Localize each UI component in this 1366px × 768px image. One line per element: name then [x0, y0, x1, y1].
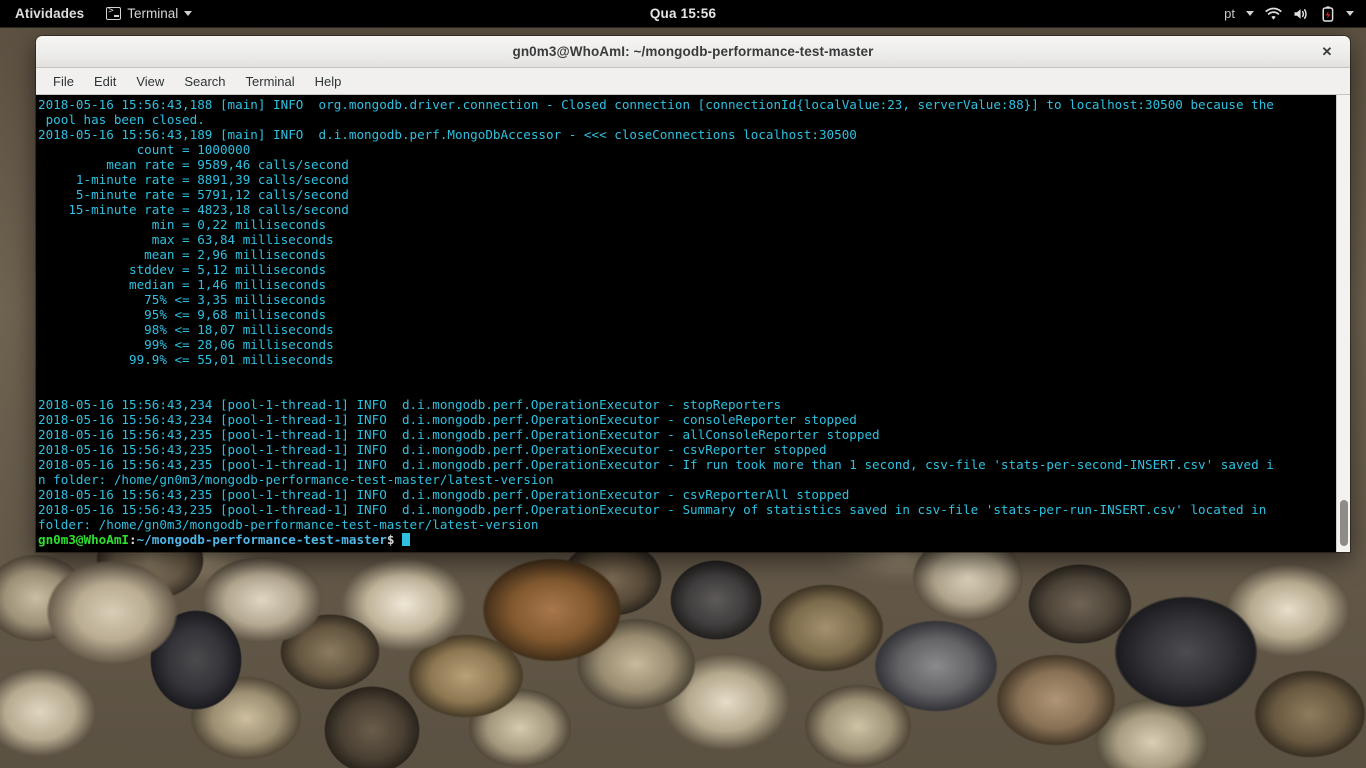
wifi-icon [1265, 7, 1282, 21]
terminal-line: 2018-05-16 15:56:43,235 [pool-1-thread-1… [38, 427, 880, 442]
terminal-cursor [401, 533, 410, 546]
terminal-line: mean = 2,96 milliseconds [38, 247, 327, 262]
shell-prompt-line[interactable]: gn0m3@WhoAmI:~/mongodb-performance-test-… [38, 532, 1336, 547]
clock-label[interactable]: Qua 15:56 [650, 6, 716, 21]
menu-help[interactable]: Help [306, 71, 351, 92]
window-title: gn0m3@WhoAmI: ~/mongodb-performance-test… [512, 44, 874, 59]
app-menu-terminal[interactable]: Terminal [102, 4, 196, 23]
terminal-line: 99.9% <= 55,01 milliseconds [38, 352, 334, 367]
app-menu-label: Terminal [127, 6, 179, 21]
menu-search[interactable]: Search [175, 71, 234, 92]
menu-bar: File Edit View Search Terminal Help [36, 68, 1350, 95]
terminal-line: 75% <= 3,35 milliseconds [38, 292, 327, 307]
terminal-line: pool has been closed. [38, 112, 205, 127]
terminal-screen[interactable]: 2018-05-16 15:56:43,188 [main] INFO org.… [36, 95, 1336, 552]
terminal-line: count = 1000000 [38, 142, 251, 157]
activities-button[interactable]: Atividades [11, 4, 88, 23]
terminal-line: median = 1,46 milliseconds [38, 277, 327, 292]
close-icon[interactable]: ✕ [1316, 41, 1338, 63]
terminal-line: folder: /home/gn0m3/mongodb-performance-… [38, 517, 539, 532]
menu-terminal[interactable]: Terminal [237, 71, 304, 92]
terminal-line: 95% <= 9,68 milliseconds [38, 307, 327, 322]
gnome-top-bar: Atividades Terminal Qua 15:56 pt [0, 0, 1366, 27]
battery-charging-icon [1321, 5, 1335, 22]
prompt-user-host: gn0m3@WhoAmI [38, 532, 129, 547]
keyboard-layout-label[interactable]: pt [1224, 6, 1235, 21]
chevron-down-icon [184, 11, 193, 16]
terminal-line: 2018-05-16 15:56:43,234 [pool-1-thread-1… [38, 397, 782, 412]
terminal-icon [106, 5, 122, 20]
terminal-line: 2018-05-16 15:56:43,234 [pool-1-thread-1… [38, 412, 857, 427]
terminal-line: stddev = 5,12 milliseconds [38, 262, 327, 277]
terminal-window: gn0m3@WhoAmI: ~/mongodb-performance-test… [36, 36, 1350, 552]
keyboard-chevron-down-icon [1246, 11, 1254, 16]
terminal-line: 2018-05-16 15:56:43,188 [main] INFO org.… [38, 97, 1274, 112]
prompt-symbol: $ [386, 532, 402, 547]
terminal-line: 99% <= 28,06 milliseconds [38, 337, 334, 352]
terminal-line: max = 63,84 milliseconds [38, 232, 334, 247]
terminal-line: 2018-05-16 15:56:43,235 [pool-1-thread-1… [38, 457, 1274, 472]
system-status-area[interactable]: pt [1224, 5, 1366, 22]
terminal-line: 15-minute rate = 4823,18 calls/second [38, 202, 349, 217]
terminal-line: min = 0,22 milliseconds [38, 217, 327, 232]
clock: Qua 15:56 [0, 6, 1366, 21]
terminal-line: 2018-05-16 15:56:43,235 [pool-1-thread-1… [38, 442, 827, 457]
terminal-scrollbar[interactable] [1336, 95, 1350, 552]
menu-file[interactable]: File [44, 71, 83, 92]
terminal-line: 2018-05-16 15:56:43,235 [pool-1-thread-1… [38, 502, 1267, 517]
terminal-line: mean rate = 9589,46 calls/second [38, 157, 349, 172]
prompt-path: ~/mongodb-performance-test-master [136, 532, 387, 547]
window-titlebar[interactable]: gn0m3@WhoAmI: ~/mongodb-performance-test… [36, 36, 1350, 68]
system-menu-chevron-down-icon [1346, 11, 1354, 16]
volume-icon [1293, 7, 1310, 21]
menu-edit[interactable]: Edit [85, 71, 125, 92]
terminal-line: 1-minute rate = 8891,39 calls/second [38, 172, 349, 187]
terminal-body[interactable]: 2018-05-16 15:56:43,188 [main] INFO org.… [36, 95, 1350, 552]
activities-label: Atividades [15, 6, 85, 21]
terminal-line: 98% <= 18,07 milliseconds [38, 322, 334, 337]
terminal-line: 2018-05-16 15:56:43,235 [pool-1-thread-1… [38, 487, 850, 502]
terminal-line: 2018-05-16 15:56:43,189 [main] INFO d.i.… [38, 127, 857, 142]
terminal-line: n folder: /home/gn0m3/mongodb-performanc… [38, 472, 554, 487]
scrollbar-thumb[interactable] [1340, 500, 1348, 546]
terminal-line: 5-minute rate = 5791,12 calls/second [38, 187, 349, 202]
menu-view[interactable]: View [127, 71, 173, 92]
prompt-separator: : [129, 532, 137, 547]
